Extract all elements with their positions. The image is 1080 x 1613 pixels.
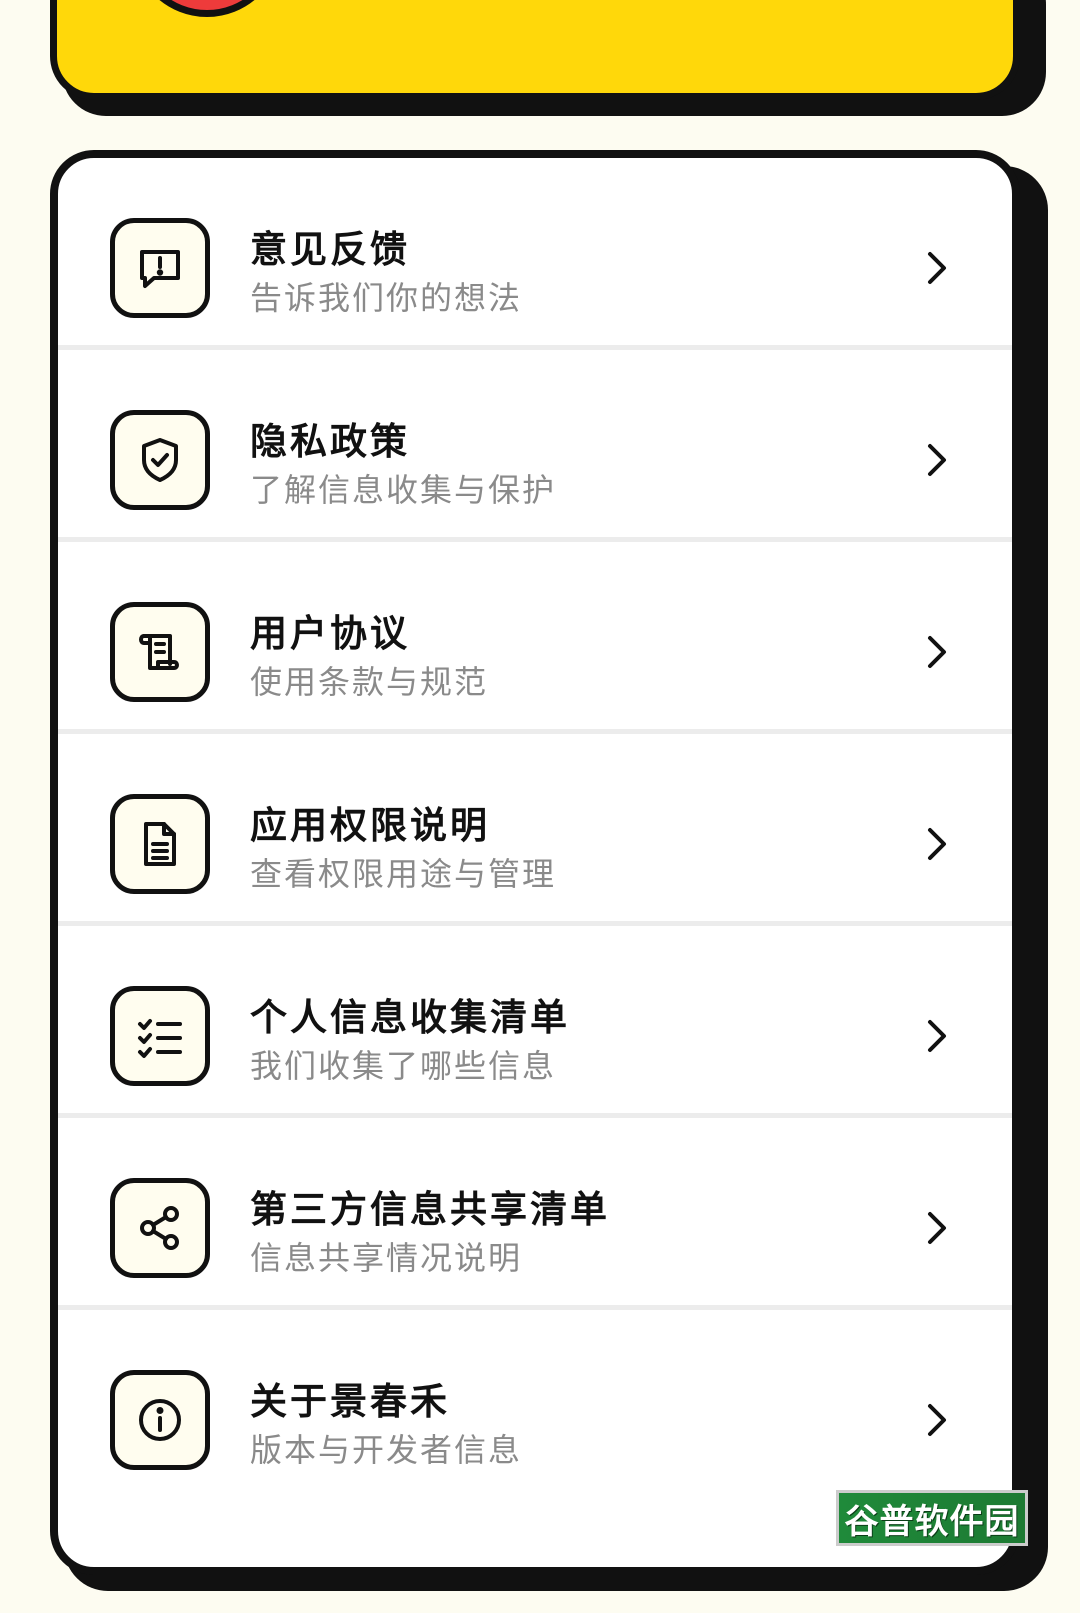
top-card bbox=[50, 0, 1020, 100]
settings-list: 意见反馈 告诉我们你的想法 隐私政策 了解信息收集与保护 用户协议 使用条款与规… bbox=[50, 150, 1020, 1575]
menu-item-personal-info-list[interactable]: 个人信息收集清单 我们收集了哪些信息 bbox=[58, 926, 1012, 1118]
info-icon bbox=[110, 1370, 210, 1470]
menu-item-subtitle: 告诉我们你的想法 bbox=[250, 279, 523, 317]
menu-item-feedback[interactable]: 意见反馈 告诉我们你的想法 bbox=[58, 158, 1012, 350]
feedback-icon bbox=[110, 218, 210, 318]
checklist-icon bbox=[110, 986, 210, 1086]
watermark-logo: 谷普软件园 bbox=[836, 1490, 1028, 1546]
chevron-right-icon bbox=[928, 1404, 946, 1436]
menu-item-title: 关于景春禾 bbox=[250, 1380, 450, 1423]
document-icon bbox=[110, 794, 210, 894]
share-icon bbox=[110, 1178, 210, 1278]
menu-item-about[interactable]: 关于景春禾 版本与开发者信息 bbox=[58, 1310, 1012, 1502]
chevron-right-icon bbox=[928, 636, 946, 668]
menu-item-title: 用户协议 bbox=[250, 612, 410, 655]
menu-item-subtitle: 了解信息收集与保护 bbox=[250, 471, 557, 509]
menu-item-title: 第三方信息共享清单 bbox=[250, 1188, 610, 1231]
menu-item-title: 个人信息收集清单 bbox=[250, 996, 570, 1039]
menu-item-subtitle: 我们收集了哪些信息 bbox=[250, 1047, 557, 1085]
chevron-right-icon bbox=[928, 252, 946, 284]
menu-item-subtitle: 查看权限用途与管理 bbox=[250, 855, 557, 893]
menu-item-subtitle: 使用条款与规范 bbox=[250, 663, 489, 701]
menu-item-privacy-policy[interactable]: 隐私政策 了解信息收集与保护 bbox=[58, 350, 1012, 542]
chevron-right-icon bbox=[928, 1212, 946, 1244]
menu-item-subtitle: 信息共享情况说明 bbox=[250, 1239, 523, 1277]
menu-item-subtitle: 版本与开发者信息 bbox=[250, 1431, 523, 1469]
avatar[interactable] bbox=[132, 0, 282, 17]
scroll-icon bbox=[110, 602, 210, 702]
watermark-text: 谷普软件园 bbox=[844, 1501, 1020, 1542]
chevron-right-icon bbox=[928, 444, 946, 476]
menu-item-third-party-sharing[interactable]: 第三方信息共享清单 信息共享情况说明 bbox=[58, 1118, 1012, 1310]
menu-item-app-permissions[interactable]: 应用权限说明 查看权限用途与管理 bbox=[58, 734, 1012, 926]
chevron-right-icon bbox=[928, 1020, 946, 1052]
menu-item-user-agreement[interactable]: 用户协议 使用条款与规范 bbox=[58, 542, 1012, 734]
menu-item-title: 意见反馈 bbox=[250, 228, 410, 271]
menu-item-title: 隐私政策 bbox=[250, 420, 410, 463]
chevron-right-icon bbox=[928, 828, 946, 860]
menu-item-title: 应用权限说明 bbox=[250, 804, 490, 847]
shield-check-icon bbox=[110, 410, 210, 510]
